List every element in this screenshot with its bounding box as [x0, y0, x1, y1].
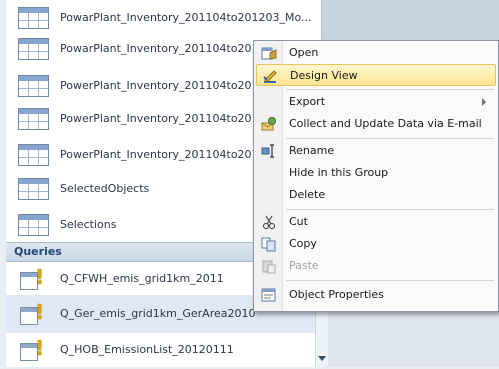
table-item-label: PowarPlant_Inventory_201104to2012 [60, 42, 266, 55]
table-icon [18, 7, 49, 29]
table-icon [18, 108, 49, 130]
menu-item-delete[interactable]: Delete [256, 184, 496, 206]
table-item-label: PowerPlant_Inventory_201104to2012 [60, 148, 266, 161]
menu-item-export[interactable]: Export [256, 91, 496, 113]
table-icon [18, 214, 49, 236]
menu-item-paste[interactable]: Paste [256, 255, 496, 277]
design-view-icon [262, 68, 278, 84]
query-icon: ! [20, 266, 46, 292]
table-icon [18, 75, 49, 97]
menu-item-hide-in-group[interactable]: Hide in this Group [256, 162, 496, 184]
table-item-label: Selections [60, 218, 117, 231]
properties-icon [261, 287, 277, 303]
table-icon [18, 144, 49, 166]
scroll-down-arrow-icon[interactable] [318, 356, 326, 361]
menu-separator [286, 280, 494, 281]
queries-group-label: Queries [14, 245, 62, 258]
menu-item-design-view[interactable]: Design View [256, 64, 496, 86]
email-collect-icon [261, 116, 277, 132]
menu-item-open[interactable]: Open [256, 42, 496, 64]
menu-item-object-properties[interactable]: Object Properties [256, 284, 496, 306]
scissors-icon [261, 214, 277, 230]
query-item-label: Q_CFWH_emis_grid1km_2011 [60, 272, 224, 285]
copy-icon [261, 236, 277, 252]
submenu-arrow-icon [482, 98, 486, 106]
query-item-label: Q_HOB_EmissionList_20120111 [60, 343, 234, 356]
menu-item-cut[interactable]: Cut [256, 211, 496, 233]
rename-icon [261, 143, 277, 159]
context-menu: Open Design View Export Collect and Upda… [253, 40, 499, 312]
menu-item-rename[interactable]: Rename [256, 140, 496, 162]
query-item[interactable]: ! Q_HOB_EmissionList_20120111 [6, 331, 306, 369]
query-icon: ! [20, 337, 46, 363]
menu-separator [286, 89, 494, 90]
menu-separator [286, 209, 494, 210]
menu-separator [286, 138, 494, 139]
open-icon [261, 45, 277, 61]
query-item-label: Q_Ger_emis_grid1km_GerArea2010 [60, 307, 256, 320]
table-item-label: PowerPlant_Inventory_201104to2012 [60, 112, 266, 125]
menu-item-copy[interactable]: Copy [256, 233, 496, 255]
table-item-label: SelectedObjects [60, 182, 150, 195]
table-icon [18, 178, 49, 200]
query-icon: ! [20, 301, 46, 327]
paste-icon [261, 258, 277, 274]
table-icon [18, 38, 49, 60]
menu-item-collect-update[interactable]: Collect and Update Data via E-mail [256, 113, 496, 135]
